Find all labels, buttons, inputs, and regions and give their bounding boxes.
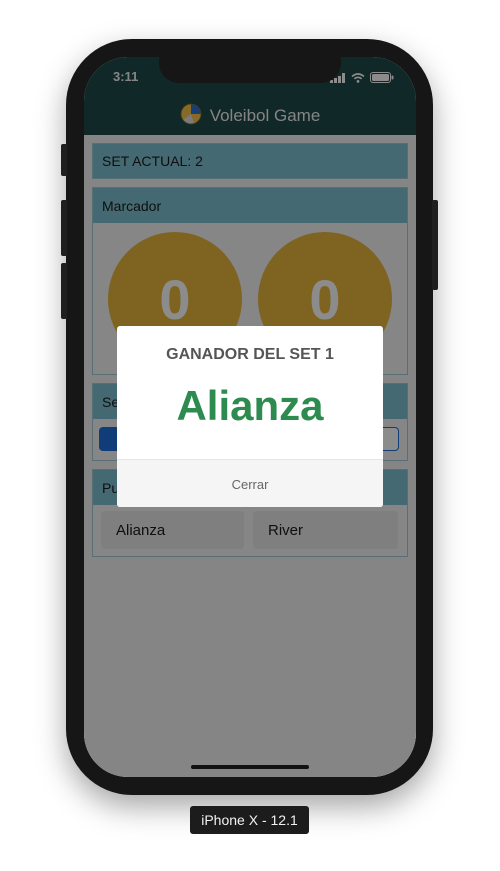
device-label: iPhone X - 12.1 [190, 806, 309, 834]
set-winner-modal: GANADOR DEL SET 1 Alianza Cerrar [117, 326, 383, 507]
close-button[interactable]: Cerrar [117, 459, 383, 507]
silent-switch [61, 144, 67, 176]
volume-up-button [61, 200, 67, 256]
home-indicator [191, 765, 309, 769]
power-button [432, 200, 438, 290]
notch [159, 57, 341, 83]
modal-title: GANADOR DEL SET 1 [166, 346, 334, 363]
device-screen: 3:11 Voleibol Game SET ACTUAL: 2 Marcado… [84, 57, 416, 777]
modal-winner-name: Alianza [176, 382, 324, 429]
volume-down-button [61, 263, 67, 319]
